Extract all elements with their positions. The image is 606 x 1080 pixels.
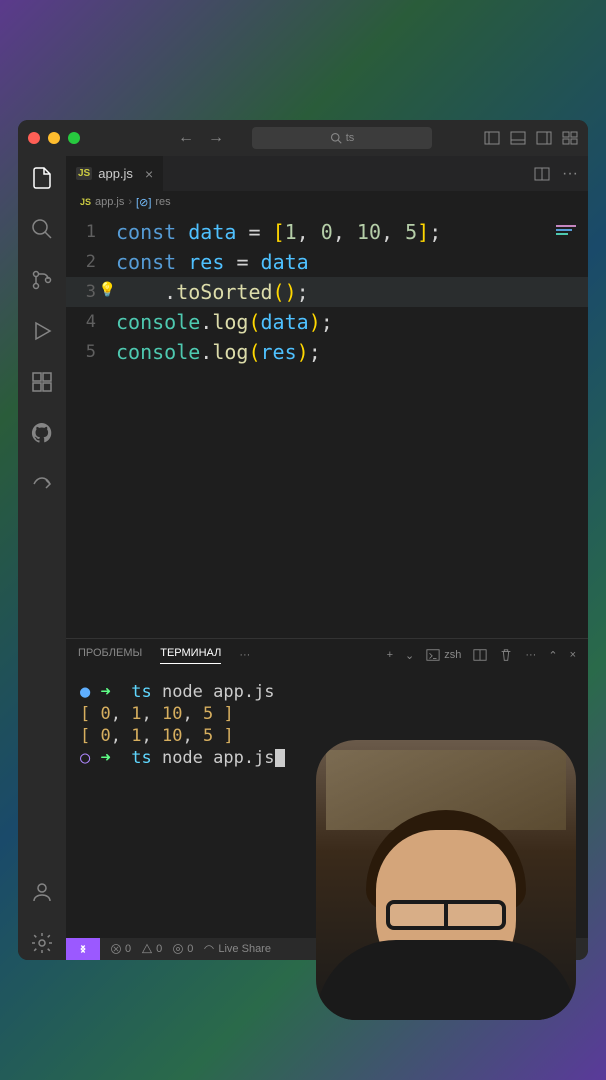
code-line[interactable]: 2const res = data [66,247,588,277]
command-center-search[interactable]: ts [252,127,432,149]
panel-tab-problems[interactable]: ПРОБЛЕМЫ [78,647,142,663]
tab-filename: app.js [98,166,133,181]
share-icon[interactable] [30,472,54,501]
github-icon[interactable] [30,421,54,450]
shell-indicator[interactable]: zsh [426,648,461,662]
settings-gear-icon[interactable] [30,931,54,960]
terminal-line: ● ➜ ts node app.js [80,681,574,703]
panel-tab-terminal[interactable]: ТЕРМИНАЛ [160,647,221,664]
terminal-dropdown-icon[interactable]: ⌄ [405,649,414,662]
source-control-icon[interactable] [30,268,54,297]
js-file-icon: JS [76,167,92,180]
close-window-button[interactable] [28,132,40,144]
remote-button[interactable] [66,938,100,960]
status-ports[interactable]: 0 [172,943,193,955]
terminal-icon [426,648,440,662]
layout-sidebar-right-icon[interactable] [536,130,552,146]
terminal-more-icon[interactable]: ··· [525,649,536,661]
code-line[interactable]: 1const data = [1, 0, 10, 5]; [66,217,588,247]
breadcrumb[interactable]: JS app.js › [⊘] res [66,191,588,213]
traffic-lights [28,132,80,144]
panel-tabs: ПРОБЛЕМЫ ТЕРМИНАЛ ··· + ⌄ zsh ··· ⌃ [66,639,588,671]
panel-close-icon[interactable]: × [570,649,576,661]
split-terminal-icon[interactable] [473,648,487,662]
trash-icon[interactable] [499,648,513,662]
lightbulb-icon[interactable]: 💡 [99,282,116,298]
panel-tab-more[interactable]: ··· [239,649,250,661]
search-sidebar-icon[interactable] [30,217,54,246]
split-editor-icon[interactable] [534,166,550,182]
minimize-window-button[interactable] [48,132,60,144]
tab-app-js[interactable]: JS app.js × [66,156,164,191]
status-liveshare[interactable]: Live Share [203,943,271,955]
new-terminal-icon[interactable]: + [387,649,393,661]
chevron-right-icon: › [128,196,132,208]
titlebar: ← → ts [18,120,588,156]
minimap-icon [556,217,576,241]
code-line[interactable]: 5console.log(res); [66,337,588,367]
nav-forward-icon[interactable]: → [208,129,224,147]
breadcrumb-file: app.js [95,196,124,208]
breadcrumb-symbol: res [155,196,170,208]
code-editor[interactable]: 1const data = [1, 0, 10, 5];2const res =… [66,213,588,638]
search-icon [330,132,342,144]
layout-panel-icon[interactable] [510,130,526,146]
extensions-icon[interactable] [30,370,54,399]
breadcrumb-symbol-icon: [⊘] [136,196,151,209]
terminal-line: [ 0, 1, 10, 5 ] [80,703,574,725]
code-line[interactable]: 4console.log(data); [66,307,588,337]
breadcrumb-file-icon: JS [80,197,91,207]
search-text: ts [346,132,355,144]
tab-more-icon[interactable]: ··· [562,165,578,183]
explorer-icon[interactable] [30,166,54,195]
tab-close-icon[interactable]: × [145,166,153,182]
layout-sidebar-left-icon[interactable] [484,130,500,146]
editor-tabs: JS app.js × ··· [66,156,588,191]
accounts-icon[interactable] [30,880,54,909]
code-line[interactable]: 3💡 .toSorted(); [66,277,588,307]
panel-maximize-icon[interactable]: ⌃ [548,649,557,662]
status-warnings[interactable]: 0 [141,943,162,955]
status-errors[interactable]: 0 [110,943,131,955]
nav-arrows: ← → [178,129,224,147]
run-debug-icon[interactable] [30,319,54,348]
nav-back-icon[interactable]: ← [178,129,194,147]
maximize-window-button[interactable] [68,132,80,144]
activity-bar [18,156,66,960]
webcam-overlay [316,740,576,1020]
customize-layout-icon[interactable] [562,130,578,146]
